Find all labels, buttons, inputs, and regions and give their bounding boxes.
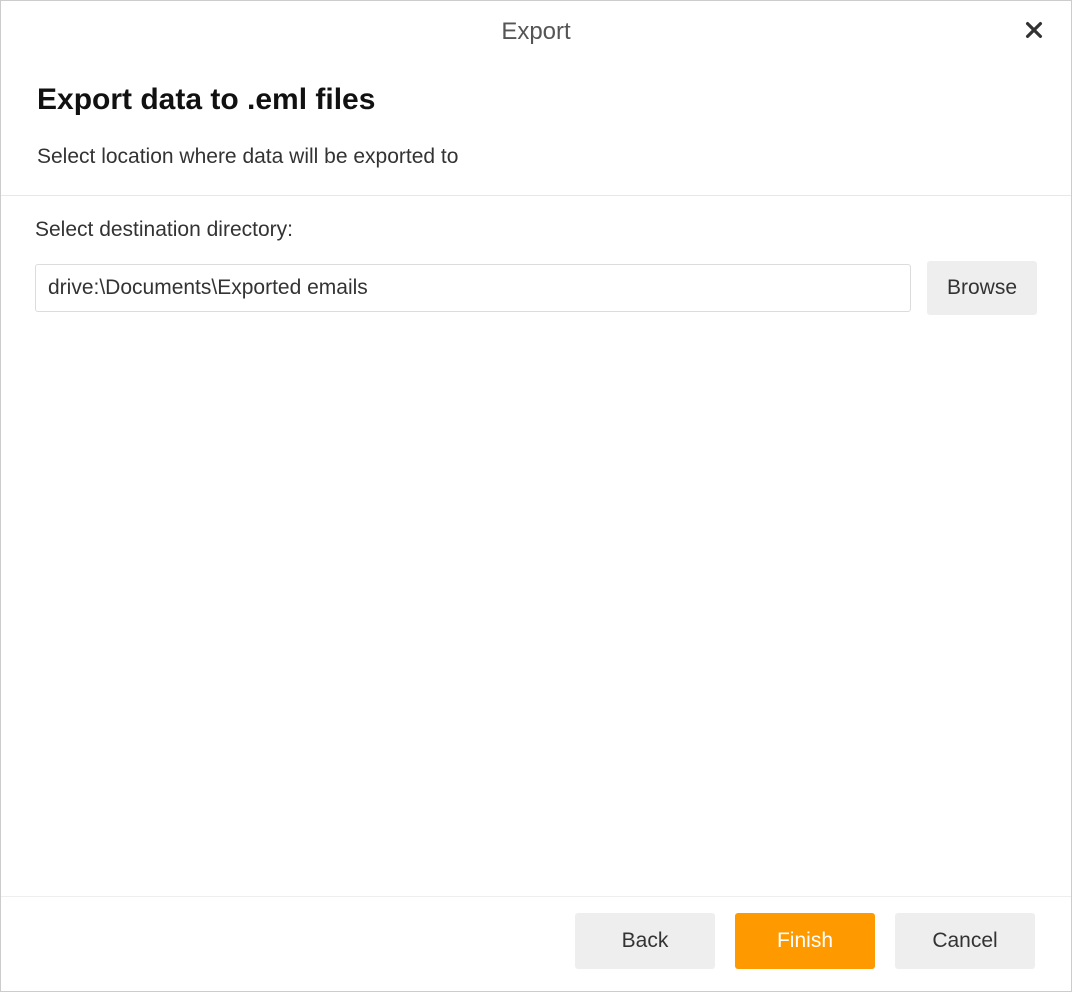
browse-button[interactable]: Browse <box>927 261 1037 315</box>
close-button[interactable] <box>1019 15 1049 45</box>
dialog-title: Export <box>501 18 570 46</box>
back-button[interactable]: Back <box>575 913 715 969</box>
page-subtitle: Select location where data will be expor… <box>37 145 1035 169</box>
destination-path-input[interactable] <box>35 264 911 312</box>
destination-label: Select destination directory: <box>35 218 1037 242</box>
cancel-button[interactable]: Cancel <box>895 913 1035 969</box>
title-bar: Export <box>1 1 1071 63</box>
dialog-footer: Back Finish Cancel <box>1 896 1071 991</box>
destination-row: Browse <box>35 264 1037 315</box>
content-section: Select destination directory: Browse <box>1 196 1071 896</box>
page-title: Export data to .eml files <box>37 83 1035 117</box>
finish-button[interactable]: Finish <box>735 913 875 969</box>
header-section: Export data to .eml files Select locatio… <box>1 63 1071 196</box>
close-icon <box>1023 19 1045 41</box>
export-dialog: Export Export data to .eml files Select … <box>0 0 1072 992</box>
